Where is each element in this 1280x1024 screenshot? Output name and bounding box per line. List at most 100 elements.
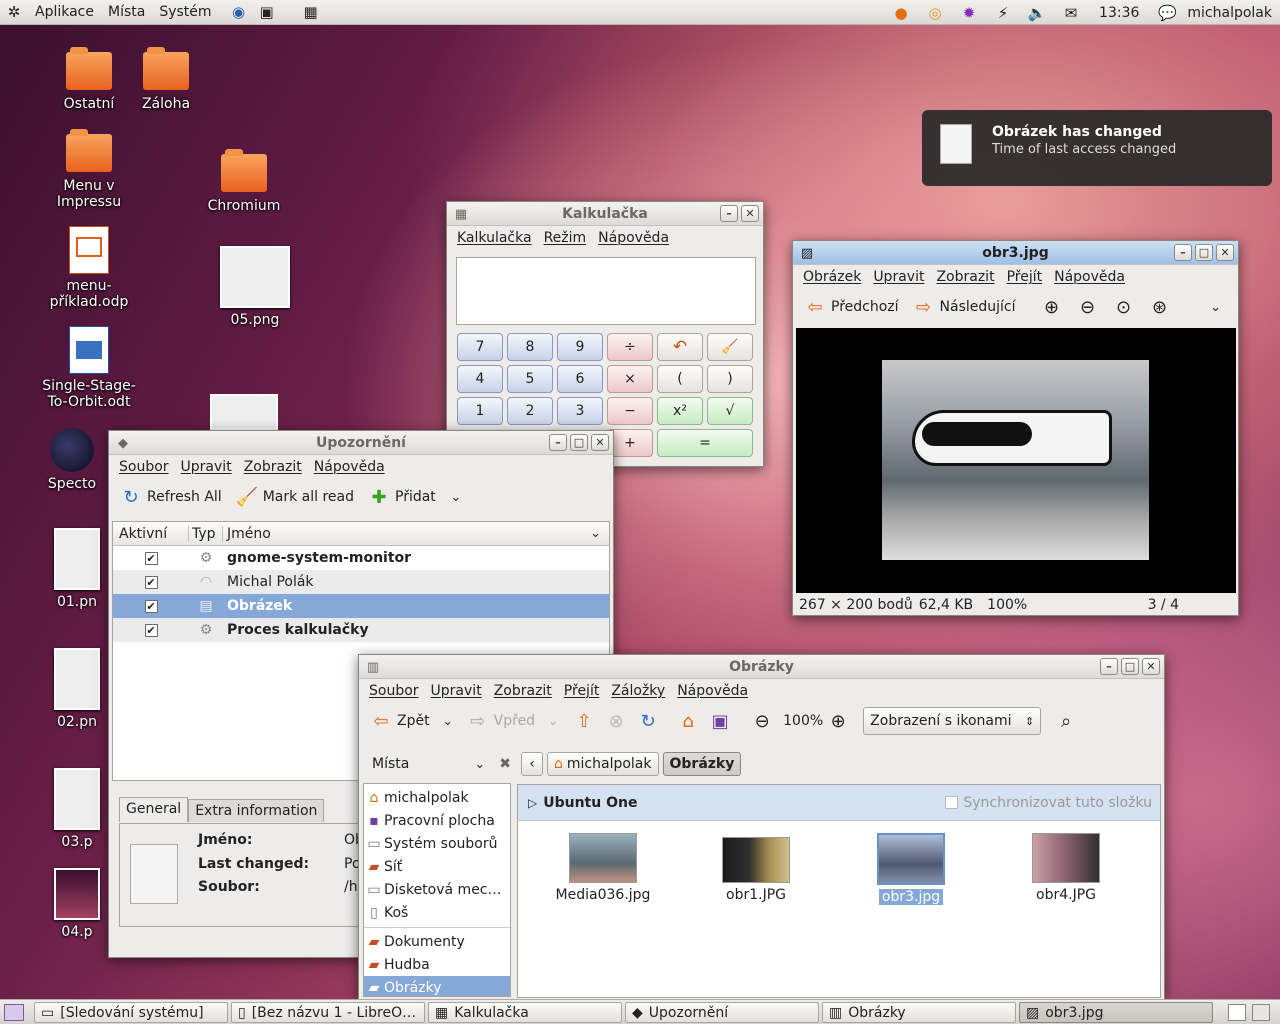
menu-napoveda[interactable]: Nápověda [1048,269,1131,285]
desktop-icon-01[interactable]: 01.pn [44,528,110,610]
camera-launcher-icon[interactable]: ▣ [257,2,277,22]
maximize-button[interactable]: □ [1195,244,1213,261]
sidebar-item-documents[interactable]: ▰ Dokumenty [364,930,510,954]
calc-7-button[interactable]: 7 [457,333,503,361]
next-button[interactable]: ⇨ Následující [908,294,1021,320]
menu-zobrazit[interactable]: Zobrazit [488,683,558,699]
image-canvas[interactable] [796,328,1236,593]
refresh-all-button[interactable]: ↻ Refresh All [115,484,227,510]
chevron-down-icon[interactable]: ⌄ [590,526,601,541]
desktop-icon-03[interactable]: 03.p [44,768,110,850]
calc-minus-button[interactable]: − [607,397,653,425]
task-specto[interactable]: ◆ Upozornění [625,1002,819,1023]
calc-equals-button[interactable]: = [657,429,753,457]
menu-zobrazit[interactable]: Zobrazit [238,459,308,475]
desktop-icon-specto[interactable]: Specto [34,428,110,492]
calc-9-button[interactable]: 9 [557,333,603,361]
file-manager-titlebar[interactable]: ▥ Obrázky – □ ✕ [359,655,1164,679]
ubuntu-logo-icon[interactable]: ✲ [4,2,24,22]
menu-rezim[interactable]: Režim [538,230,593,246]
desktop-icon-chromium[interactable]: Chromium [189,149,299,214]
calc-2-button[interactable]: 2 [507,397,553,425]
workspace-switcher-icon[interactable] [1228,1004,1246,1021]
zoom-out-icon[interactable]: ⊖ [751,710,773,732]
path-button-current[interactable]: Obrázky [662,752,742,776]
menu-upravit[interactable]: Upravit [175,459,238,475]
volume-icon[interactable]: 🔈 [1027,3,1047,23]
desktop-icon-zaloha[interactable]: Záloha [111,47,221,112]
calc-3-button[interactable]: 3 [557,397,603,425]
list-item[interactable]: ✔ ⚙ Proces kalkulačky [113,618,609,642]
calc-5-button[interactable]: 5 [507,365,553,393]
sync-folder-checkbox[interactable]: Synchronizovat tuto složku [945,795,1152,811]
desktop-icon-04[interactable]: 04.p [44,868,110,940]
minimize-button[interactable]: – [1174,244,1192,261]
sidebar-item-trash[interactable]: ▯ Koš [364,901,510,925]
close-button[interactable]: ✕ [1216,244,1234,261]
expander-icon[interactable]: ▷ [528,796,537,810]
menu-soubor[interactable]: Soubor [363,683,425,699]
active-checkbox[interactable]: ✔ [144,623,158,637]
calc-divide-button[interactable]: ÷ [607,333,653,361]
menu-obrazek[interactable]: Obrázek [797,269,867,285]
specto-tray-icon[interactable]: ● [891,3,911,23]
calc-multiply-button[interactable]: × [607,365,653,393]
column-name[interactable]: Jméno [223,526,271,542]
reload-icon[interactable]: ↻ [637,710,659,732]
zoom-in-icon[interactable]: ⊕ [1041,296,1063,318]
calc-square-button[interactable]: x² [657,397,703,425]
back-button[interactable]: ⇦ Zpět ⌄ [365,708,458,734]
chevron-down-icon[interactable]: ⌄ [1205,296,1227,318]
active-checkbox[interactable]: ✔ [144,551,158,565]
menu-aplikace[interactable]: Aplikace [28,4,101,20]
sidebar-item-network[interactable]: ▰ Síť [364,855,510,879]
path-back-icon[interactable]: ‹ [521,752,543,776]
menu-soubor[interactable]: Soubor [113,459,175,475]
desktop-icon-05png[interactable]: 05.png [200,246,310,328]
file-item-obr1[interactable]: obr1.JPG [701,833,811,903]
menu-upravit[interactable]: Upravit [425,683,488,699]
column-active[interactable]: Aktivní [113,525,189,542]
desktop-icon-menu-priklad[interactable]: menu-příklad.odp [34,226,144,310]
close-sidebar-icon[interactable]: ✖ [499,756,511,772]
computer-icon[interactable]: ▣ [709,710,731,732]
view-mode-select[interactable]: Zobrazení s ikonami ⇕ [863,707,1042,735]
network-icon[interactable]: ⚡ [993,3,1013,23]
close-button[interactable]: ✕ [591,434,609,451]
sidebar-header[interactable]: Místa ⌄ ✖ [365,753,511,775]
menu-prejit[interactable]: Přejít [1001,269,1049,285]
desktop-icon-02[interactable]: 02.pn [44,648,110,730]
calculator-launcher-icon[interactable]: ▦ [301,2,321,22]
menu-napoveda[interactable]: Nápověda [671,683,754,699]
sidebar-item-pictures[interactable]: ▰ Obrázky [364,976,510,996]
calculator-display[interactable] [456,257,756,325]
list-item[interactable]: ✔ ◠ Michal Polák [113,570,609,594]
close-button[interactable]: ✕ [1142,658,1160,675]
zoom-fit-icon[interactable]: ⊛ [1149,296,1171,318]
calc-8-button[interactable]: 8 [507,333,553,361]
minimize-button[interactable]: – [549,434,567,451]
up-arrow-icon[interactable]: ⇧ [573,710,595,732]
calc-4-button[interactable]: 4 [457,365,503,393]
forward-button[interactable]: ⇨ Vpřed ⌄ [462,708,563,734]
clock[interactable]: 13:36 [1099,5,1139,21]
task-system-monitor[interactable]: ▭ [Sledování systému] [34,1002,228,1023]
zoom-out-icon[interactable]: ⊖ [1077,296,1099,318]
file-item-media036[interactable]: Media036.jpg [548,833,658,903]
sidebar-item-music[interactable]: ▰ Hudba [364,953,510,977]
menu-upravit[interactable]: Upravit [867,269,930,285]
path-button-home[interactable]: ⌂ michalpolak [547,752,659,776]
calc-undo-button[interactable]: ↶ [657,333,703,361]
task-files[interactable]: ▥ Obrázky [822,1002,1016,1023]
notification-bubble[interactable]: Obrázek has changed Time of last access … [922,110,1272,186]
mark-all-read-button[interactable]: 🧹 Mark all read [231,484,359,510]
menu-napoveda[interactable]: Nápověda [308,459,391,475]
chevron-down-icon[interactable]: ⌄ [445,486,467,508]
sidebar-item-filesystem[interactable]: ▭ Systém souborů [364,832,510,856]
image-thumbnail-icon[interactable] [210,394,278,430]
stop-icon[interactable]: ⊗ [605,710,627,732]
calc-clear-button[interactable]: 🧹 [707,333,753,361]
menu-system[interactable]: Systém [152,4,218,20]
tab-general[interactable]: General [119,797,189,822]
zoom-in-icon[interactable]: ⊕ [827,710,849,732]
